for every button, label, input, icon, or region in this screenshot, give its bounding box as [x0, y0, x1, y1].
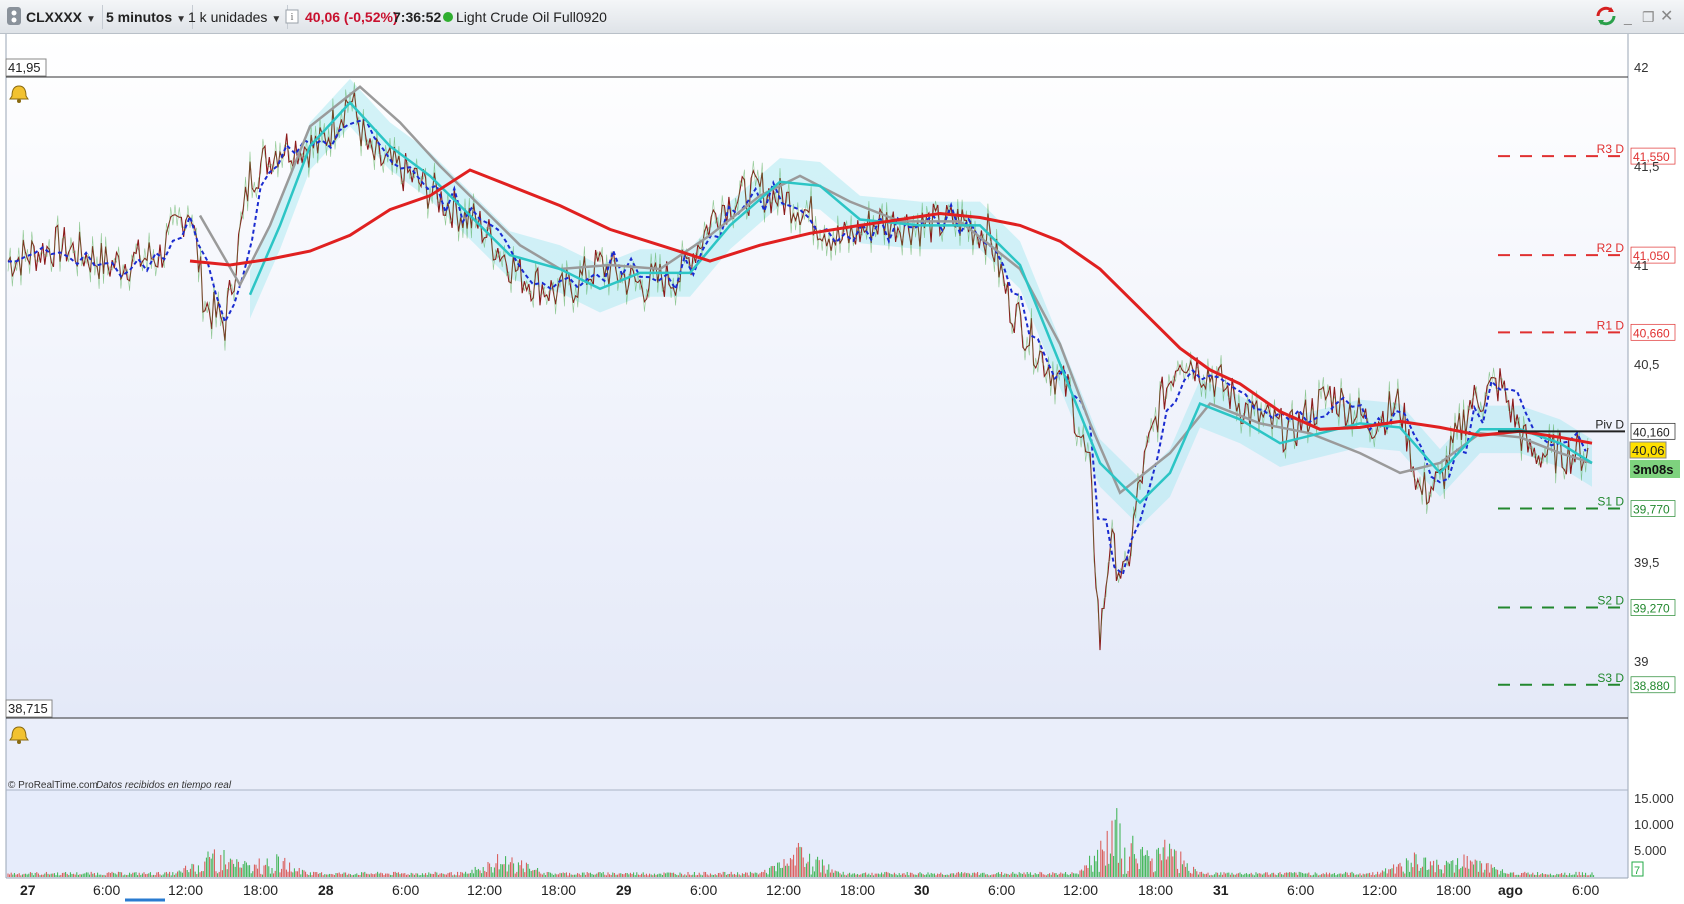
- pivot-value: 38,880: [1633, 679, 1670, 693]
- current-price-tag: 40,06: [1632, 443, 1665, 458]
- copyright-text: © ProRealTime.com: [8, 780, 98, 791]
- high-label: 41,95: [8, 60, 41, 75]
- pivot-name: S2 D: [1597, 594, 1624, 608]
- time-tick: 30: [914, 882, 930, 898]
- time-tick: 12:00: [467, 882, 502, 898]
- time-axis: 27 6:00 12:00 18:00 28 6:00 12:00 18:00 29 6:00 12…: [20, 882, 1599, 898]
- price-tick: 42: [1634, 60, 1648, 75]
- time-tick: 18:00: [840, 882, 875, 898]
- time-tick: 31: [1213, 882, 1229, 898]
- price-change: 40,06 (-0,52%): [305, 9, 398, 25]
- time-tick: 12:00: [766, 882, 801, 898]
- minimize-icon[interactable]: _: [1624, 5, 1632, 29]
- price-chart[interactable]: R3 D41,550R2 D41,050R1 D40,660Piv D40,16…: [0, 34, 1684, 904]
- clock-time: 7:36:52: [393, 9, 442, 25]
- pivot-name: S3 D: [1597, 671, 1624, 685]
- toolbar: CLXXXX ▼ 5 minutos ▼ 1 k unidades ▼ i 40,06…: [0, 0, 1684, 34]
- time-tick: 29: [616, 882, 632, 898]
- time-tick: 6:00: [690, 882, 717, 898]
- info-icon[interactable]: i: [285, 5, 299, 29]
- symbol-selector[interactable]: CLXXXX ▼: [26, 5, 103, 29]
- units-selector[interactable]: 1 k unidades ▼: [188, 5, 289, 29]
- time-tick: 27: [20, 882, 36, 898]
- time-tick: 6:00: [1572, 882, 1599, 898]
- symbol-label: CLXXXX: [26, 9, 83, 25]
- time-tick: 12:00: [1063, 882, 1098, 898]
- pivot-value: 39,770: [1633, 503, 1670, 517]
- chevron-down-icon: ▼: [271, 14, 282, 25]
- price-tick: 39,5: [1634, 555, 1659, 570]
- volume-tick: 5.000: [1634, 843, 1667, 858]
- time-tick: 12:00: [1362, 882, 1397, 898]
- time-tick: 6:00: [93, 882, 120, 898]
- time-tick: 12:00: [168, 882, 203, 898]
- pivot-name: R1 D: [1597, 318, 1625, 332]
- chevron-down-icon: ▼: [86, 14, 96, 25]
- time-tick: 6:00: [392, 882, 419, 898]
- pivot-value: 40,660: [1633, 326, 1670, 340]
- status-dot: [442, 5, 454, 29]
- time-tick: 18:00: [1138, 882, 1173, 898]
- pivot-name: Piv D: [1595, 417, 1624, 431]
- time-tick: ago: [1498, 882, 1523, 898]
- price-tick: 39: [1634, 654, 1648, 669]
- indicator-panel-bg: [6, 718, 1628, 790]
- time-tick: 28: [318, 882, 334, 898]
- volume-tick: 10.000: [1634, 817, 1674, 832]
- timeframe-selector[interactable]: 5 minutos ▼: [106, 5, 194, 29]
- price-tick: 41: [1634, 258, 1648, 273]
- pivot-name: S1 D: [1597, 495, 1624, 509]
- price-tick: 41,5: [1634, 159, 1659, 174]
- close-icon[interactable]: ✕: [1660, 5, 1673, 29]
- pivot-name: R2 D: [1597, 241, 1625, 255]
- app-menu-icon[interactable]: [6, 5, 22, 29]
- time-tick: 18:00: [541, 882, 576, 898]
- bar-timer: 3m08s: [1633, 462, 1673, 477]
- instrument-name: Light Crude Oil Full0920: [456, 9, 607, 25]
- low-label: 38,715: [8, 701, 48, 716]
- price-panel-bg: [6, 34, 1628, 718]
- timeframe-label: 5 minutos: [106, 9, 173, 25]
- time-tick: 6:00: [988, 882, 1015, 898]
- restore-icon[interactable]: ❐: [1642, 5, 1655, 29]
- sync-icon[interactable]: [1594, 5, 1618, 29]
- volume-panel-bg: [6, 790, 1628, 878]
- realtime-note: Datos recibidos en tiempo real: [96, 780, 232, 791]
- time-tick: 6:00: [1287, 882, 1314, 898]
- volume-tick: 15.000: [1634, 791, 1674, 806]
- pivot-value: 40,160: [1633, 425, 1670, 439]
- time-tick: 18:00: [243, 882, 278, 898]
- chevron-down-icon: ▼: [176, 14, 187, 25]
- svg-text:i: i: [291, 12, 294, 23]
- pivot-value: 39,270: [1633, 602, 1670, 616]
- volume-last-value: 7: [1634, 865, 1640, 877]
- units-label: 1 k unidades: [188, 9, 268, 25]
- time-tick: 18:00: [1436, 882, 1471, 898]
- price-tick: 40,5: [1634, 357, 1659, 372]
- pivot-name: R3 D: [1597, 142, 1625, 156]
